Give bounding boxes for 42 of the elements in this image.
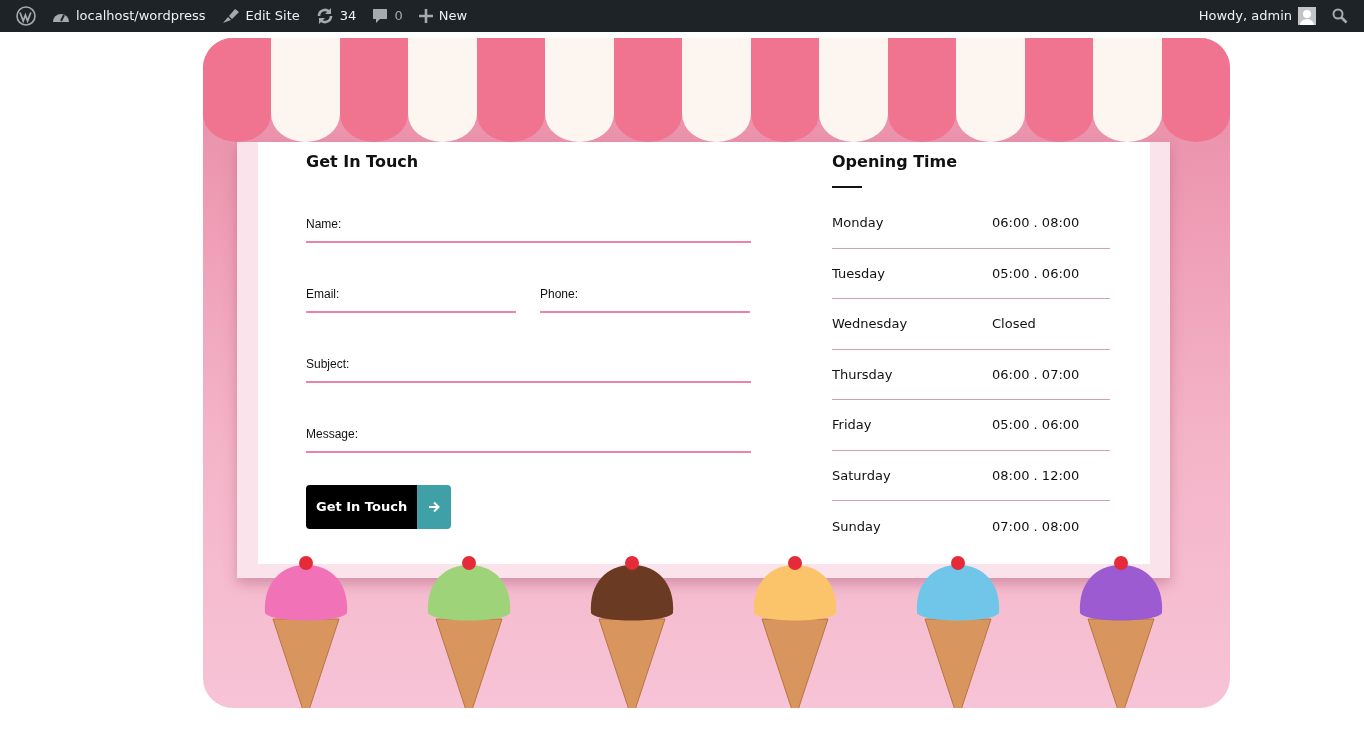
hours-value: 07:00 . 08:00 (992, 517, 1080, 536)
updates-link[interactable]: 34 (307, 0, 365, 32)
hours-value: 05:00 . 06:00 (992, 416, 1080, 435)
cherry-icon (1114, 555, 1128, 570)
search-icon[interactable] (1332, 8, 1348, 24)
hours-value: 06:00 . 07:00 (992, 365, 1080, 384)
arrow-right-icon (428, 501, 441, 514)
brush-icon (221, 8, 240, 24)
site-name-link[interactable]: localhost/wordpress (44, 0, 214, 32)
cherry-icon (299, 555, 313, 570)
day-label: Sunday (832, 517, 882, 536)
cherry-icon (951, 555, 965, 570)
cherry-icon (462, 555, 476, 570)
avatar-icon (1298, 7, 1316, 25)
hours-title: Opening Time (832, 152, 959, 172)
wordpress-logo-icon[interactable] (16, 6, 36, 26)
hours-value: 05:00 . 06:00 (992, 264, 1080, 283)
day-label: Friday (832, 416, 873, 435)
hours-value: 06:00 . 08:00 (992, 214, 1080, 233)
day-label: Wednesday (832, 315, 909, 334)
input-field[interactable]: Message: (306, 421, 751, 454)
input-field[interactable]: Subject: (306, 351, 751, 384)
submit-button[interactable]: Get In Touch (306, 485, 452, 530)
comment-icon (372, 8, 389, 24)
day-label: Monday (832, 214, 885, 233)
comments-link[interactable]: 0 (364, 0, 411, 32)
edit-site-link[interactable]: Edit Site (213, 0, 308, 32)
cherry-icon (788, 555, 802, 570)
plus-icon (418, 9, 433, 23)
input-field[interactable]: Email: (306, 281, 516, 314)
cherry-icon (625, 555, 639, 570)
hours-value: 08:00 . 12:00 (992, 466, 1080, 485)
hours-value: Closed (992, 315, 1036, 334)
account-menu[interactable]: Howdy, admin (1190, 0, 1324, 32)
day-label: Tuesday (832, 264, 886, 283)
day-label: Saturday (832, 466, 892, 485)
form-title: Get In Touch (306, 152, 420, 172)
refresh-icon (315, 7, 334, 25)
new-content-link[interactable]: New (410, 0, 475, 32)
input-field[interactable]: Name: (306, 211, 751, 244)
input-field[interactable]: Phone: (540, 281, 750, 314)
day-label: Thursday (832, 365, 894, 384)
